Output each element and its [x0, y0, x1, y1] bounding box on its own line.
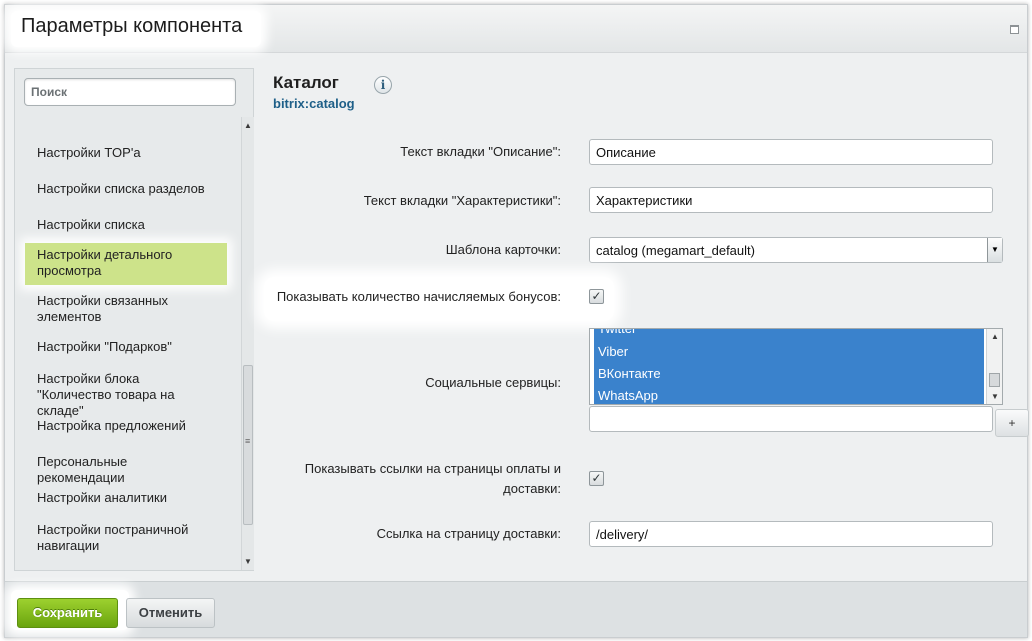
component-settings-dialog: Параметры компонента . Настройки TOP'a Н… [4, 4, 1029, 638]
component-code: bitrix:catalog [273, 96, 355, 111]
sidebar-item-pagination[interactable]: Настройки постраничной навигации [25, 522, 227, 554]
sidebar-item-list[interactable]: Настройки списка [25, 217, 227, 233]
scroll-up-icon[interactable]: ▲ [991, 332, 999, 341]
list-item[interactable]: Viber [598, 344, 628, 359]
features-tab-input[interactable]: Характеристики [589, 187, 993, 213]
settings-sidebar: . Настройки TOP'a Настройки списка разде… [14, 68, 254, 571]
maximize-icon[interactable] [1010, 25, 1019, 34]
sidebar-item-detail[interactable]: Настройки детального просмотра [25, 243, 227, 285]
chevron-down-icon[interactable]: ▼ [987, 238, 1002, 262]
show-bonus-checkbox[interactable]: ✓ [589, 289, 604, 304]
dialog-footer: Сохранить Отменить [5, 581, 1027, 637]
list-item[interactable]: Twitter [598, 329, 636, 336]
card-template-select[interactable]: catalog (megamart_default) ▼ [589, 237, 1003, 263]
delivery-page-input[interactable]: /delivery/ [589, 521, 993, 547]
dialog-titlebar[interactable]: Параметры компонента [5, 5, 1027, 53]
sidebar-item-related[interactable]: Настройки связанных элементов [25, 293, 227, 325]
grip-icon: ≡ [245, 436, 251, 446]
save-button[interactable]: Сохранить [17, 598, 118, 628]
dialog-title: Параметры компонента [21, 15, 243, 37]
sidebar-item-section-list[interactable]: Настройки списка разделов [25, 181, 227, 197]
search-input[interactable] [24, 78, 236, 106]
sidebar-nav: . Настройки TOP'a Настройки списка разде… [15, 117, 241, 570]
sidebar-item-stock[interactable]: Настройки блока "Количество товара на ск… [25, 371, 227, 419]
add-social-button[interactable]: + [995, 409, 1029, 437]
social-service-input[interactable] [589, 406, 993, 432]
checkmark-icon: ✓ [591, 289, 602, 303]
scroll-down-icon[interactable]: ▼ [244, 557, 252, 566]
component-title: Каталог [273, 73, 339, 92]
scroll-down-icon[interactable]: ▼ [991, 392, 999, 401]
card-template-label: Шаблона карточки: [445, 242, 561, 257]
sidebar-item-gifts[interactable]: Настройки "Подарков" [25, 339, 227, 355]
description-tab-input[interactable]: Описание [589, 139, 993, 165]
list-item[interactable]: WhatsApp [598, 388, 658, 403]
social-services-label: Социальные сервицы: [425, 375, 561, 390]
list-item[interactable]: ВКонтакте [598, 366, 661, 381]
checkmark-icon: ✓ [591, 471, 602, 485]
scrollbar-thumb[interactable] [989, 373, 1000, 387]
sidebar-item-top[interactable]: Настройки TOP'a [25, 145, 227, 161]
social-services-list[interactable]: Twitter Viber ВКонтакте WhatsApp ▲ ▼ [589, 328, 1003, 405]
sidebar-item-offers[interactable]: Настройка предложений [25, 418, 227, 434]
sidebar-item-partial: . [25, 117, 227, 121]
sidebar-scrollbar[interactable]: ▲ ≡ ▼ [241, 117, 254, 570]
listbox-scrollbar[interactable]: ▲ ▼ [986, 329, 1002, 404]
show-bonus-label: Показывать количество начисляемых бонусо… [276, 289, 561, 304]
show-links-label: Показывать ссылки на страницы оплаты и д… [304, 461, 561, 496]
card-template-value: catalog (megamart_default) [596, 243, 755, 258]
show-links-checkbox[interactable]: ✓ [589, 471, 604, 486]
scroll-up-icon[interactable]: ▲ [244, 121, 252, 130]
features-tab-label: Текст вкладки "Характеристики": [363, 193, 561, 208]
scrollbar-thumb[interactable]: ≡ [243, 365, 253, 525]
cancel-button[interactable]: Отменить [126, 598, 215, 628]
social-services-selection: Twitter Viber ВКонтакте WhatsApp [594, 329, 984, 404]
sidebar-item-recommendations[interactable]: Персональные рекомендации [25, 454, 227, 486]
info-icon[interactable]: i [374, 76, 392, 94]
sidebar-item-analytics[interactable]: Настройки аналитики [25, 490, 227, 506]
description-tab-label: Текст вкладки "Описание": [400, 144, 561, 159]
delivery-page-label: Ссылка на страницу доставки: [376, 526, 561, 541]
